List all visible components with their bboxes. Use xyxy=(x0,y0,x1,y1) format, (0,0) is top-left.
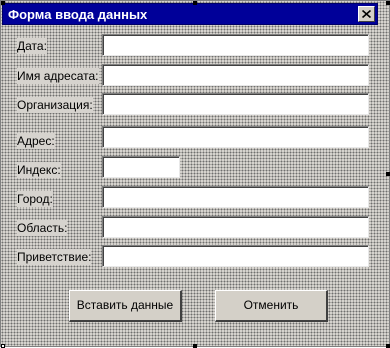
resize-handle-bottom-left[interactable] xyxy=(1,344,5,348)
resize-handle-top-right[interactable] xyxy=(386,1,390,5)
region-field[interactable] xyxy=(102,216,369,238)
postal-code-field[interactable] xyxy=(102,156,180,178)
resize-handle-top-center[interactable] xyxy=(193,1,197,5)
user-form-window: Форма ввода данных Дата: Имя адресата: О… xyxy=(0,0,390,348)
city-field[interactable] xyxy=(102,186,369,208)
greeting-label: Приветствие: xyxy=(17,249,92,265)
organization-label: Организация: xyxy=(17,97,93,113)
date-field[interactable] xyxy=(102,34,369,56)
resize-handle-bottom-center[interactable] xyxy=(193,344,197,348)
address-label: Адрес: xyxy=(17,133,55,149)
window-title: Форма ввода данных xyxy=(8,7,148,22)
date-label: Дата: xyxy=(17,38,47,54)
resize-handle-middle-right[interactable] xyxy=(386,172,390,176)
region-label: Область: xyxy=(17,220,68,236)
greeting-field[interactable] xyxy=(102,245,369,267)
cancel-button[interactable]: Отменить xyxy=(215,290,328,322)
close-icon xyxy=(362,10,371,18)
organization-field[interactable] xyxy=(102,93,369,115)
resize-handle-top-left[interactable] xyxy=(1,1,5,5)
recipient-name-label: Имя адресата: xyxy=(17,68,99,84)
city-label: Город: xyxy=(17,191,53,207)
postal-code-label: Индекс: xyxy=(17,162,61,178)
resize-handle-bottom-right[interactable] xyxy=(386,344,390,348)
title-bar[interactable]: Форма ввода данных xyxy=(2,3,378,25)
insert-data-button[interactable]: Вставить данные xyxy=(69,290,182,322)
address-field[interactable] xyxy=(102,126,369,148)
close-button[interactable] xyxy=(358,6,375,22)
recipient-name-field[interactable] xyxy=(102,64,369,86)
